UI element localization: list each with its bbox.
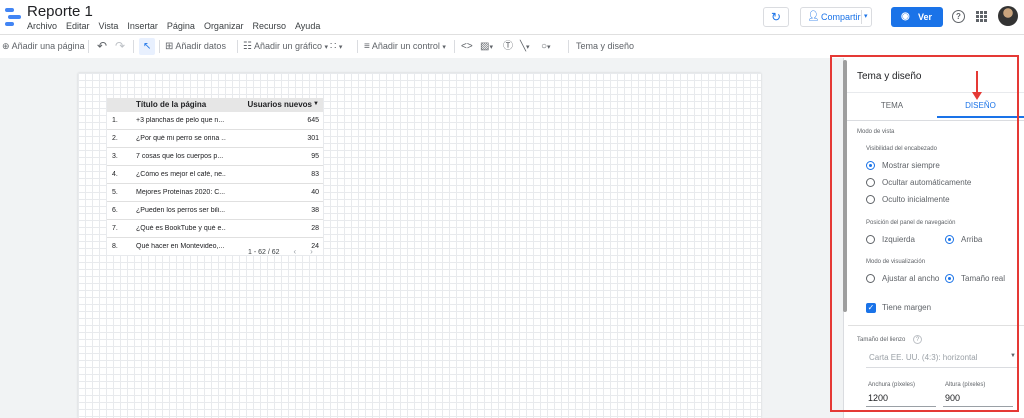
- community-viz-button[interactable]: ∷ ▾: [330, 35, 342, 58]
- refresh-button[interactable]: ↻: [763, 7, 789, 27]
- chevron-right-icon[interactable]: ›: [310, 247, 313, 256]
- menu-recurso[interactable]: Recurso: [252, 21, 286, 31]
- add-chart-label: Añadir un gráfico: [253, 41, 323, 51]
- refresh-icon: ↻: [770, 10, 782, 24]
- add-control-label: Añadir un control: [371, 41, 440, 51]
- data-studio-logo-icon[interactable]: [5, 8, 21, 26]
- menu-editar[interactable]: Editar: [66, 21, 90, 31]
- redo-icon[interactable]: ↷: [115, 35, 125, 58]
- chevron-left-icon[interactable]: ‹: [293, 247, 296, 256]
- menu-vista[interactable]: Vista: [99, 21, 119, 31]
- add-data-label: Añadir datos: [175, 41, 226, 51]
- pointer-icon: ↖: [143, 41, 152, 52]
- table-row[interactable]: 4. ¿Cómo es mejor el café, ne... 83: [107, 166, 323, 184]
- chevron-down-icon: ▾: [526, 44, 530, 51]
- table-row[interactable]: 6. ¿Pueden los perros ser bili... 38: [107, 202, 323, 220]
- eye-icon: ◉: [901, 11, 910, 22]
- avatar[interactable]: [998, 6, 1018, 26]
- community-viz-icon: ∷: [330, 41, 337, 52]
- pagination-label: 1 - 62 / 62: [248, 249, 280, 256]
- view-button[interactable]: ◉ Ver: [891, 7, 943, 27]
- report-title[interactable]: Reporte 1: [27, 3, 93, 20]
- menu-organizar[interactable]: Organizar: [204, 21, 244, 31]
- share-button[interactable]: 👤︎ Compartir ▾: [800, 7, 872, 27]
- share-dropdown-icon[interactable]: ▾: [864, 8, 868, 26]
- table-header: Título de la página Usuarios nuevos ▼: [107, 98, 323, 112]
- add-page-label: Añadir una página: [11, 41, 85, 51]
- view-label: Ver: [918, 12, 933, 22]
- column-header-users[interactable]: Usuarios nuevos: [248, 100, 312, 109]
- shape-button[interactable]: ○▾: [541, 35, 551, 58]
- chevron-down-icon: ▾: [324, 44, 329, 51]
- annotation-highlight-box: [830, 55, 1019, 412]
- embed-code-icon[interactable]: <>: [461, 35, 473, 58]
- annotation-arrowhead-icon: [972, 92, 982, 100]
- add-chart-button[interactable]: ☷ Añadir un gráfico ▾: [243, 35, 328, 58]
- chevron-down-icon: ▾: [489, 44, 493, 51]
- menu-archivo[interactable]: Archivo: [27, 21, 57, 31]
- column-header-title[interactable]: Título de la página: [136, 100, 206, 109]
- data-table[interactable]: Título de la página Usuarios nuevos ▼ 1.…: [107, 98, 323, 255]
- menu-bar: Archivo Editar Vista Insertar Página Org…: [27, 21, 329, 31]
- chevron-down-icon: ▾: [547, 44, 551, 51]
- table-row[interactable]: 2. ¿Por qué mi perro se orina ... 301: [107, 130, 323, 148]
- sort-down-icon[interactable]: ▼: [313, 101, 319, 107]
- chevron-down-icon: ▾: [338, 44, 343, 51]
- add-person-icon: 👤︎: [807, 11, 820, 22]
- chart-icon: ☷: [243, 41, 252, 52]
- chevron-down-icon: ▾: [442, 44, 446, 51]
- undo-icon[interactable]: ↶: [97, 35, 107, 58]
- add-page-button[interactable]: ⊕ Añadir una página: [2, 35, 85, 58]
- apps-grid-icon[interactable]: [976, 11, 987, 22]
- share-label: Compartir: [821, 12, 861, 22]
- add-data-icon: ⊞: [165, 41, 174, 52]
- line-button[interactable]: ╲▾: [520, 35, 530, 58]
- help-icon[interactable]: ?: [952, 10, 965, 23]
- menu-ayuda[interactable]: Ayuda: [295, 21, 320, 31]
- add-control-button[interactable]: ≡ Añadir un control ▾: [364, 35, 446, 58]
- table-row[interactable]: 5. Mejores Proteínas 2020: C... 40: [107, 184, 323, 202]
- table-row[interactable]: 3. 7 cosas que los cuerpos p... 95: [107, 148, 323, 166]
- menu-insertar[interactable]: Insertar: [127, 21, 158, 31]
- app-header: Reporte 1 Archivo Editar Vista Insertar …: [0, 0, 1024, 34]
- table-row[interactable]: 1. +3 planchas de pelo que n... 645: [107, 112, 323, 130]
- theme-layout-button[interactable]: Tema y diseño: [576, 35, 634, 58]
- add-circle-icon: ⊕: [2, 41, 10, 51]
- text-box-icon[interactable]: Ⓣ: [503, 35, 513, 58]
- menu-pagina[interactable]: Página: [167, 21, 195, 31]
- table-row[interactable]: 7. ¿Qué es BookTube y qué e... 28: [107, 220, 323, 238]
- image-button[interactable]: ▨▾: [480, 35, 493, 58]
- filter-icon: ≡: [364, 41, 370, 52]
- add-data-button[interactable]: ⊞ Añadir datos: [165, 35, 226, 58]
- table-pagination: 1 - 62 / 62 ‹ ›: [248, 247, 313, 256]
